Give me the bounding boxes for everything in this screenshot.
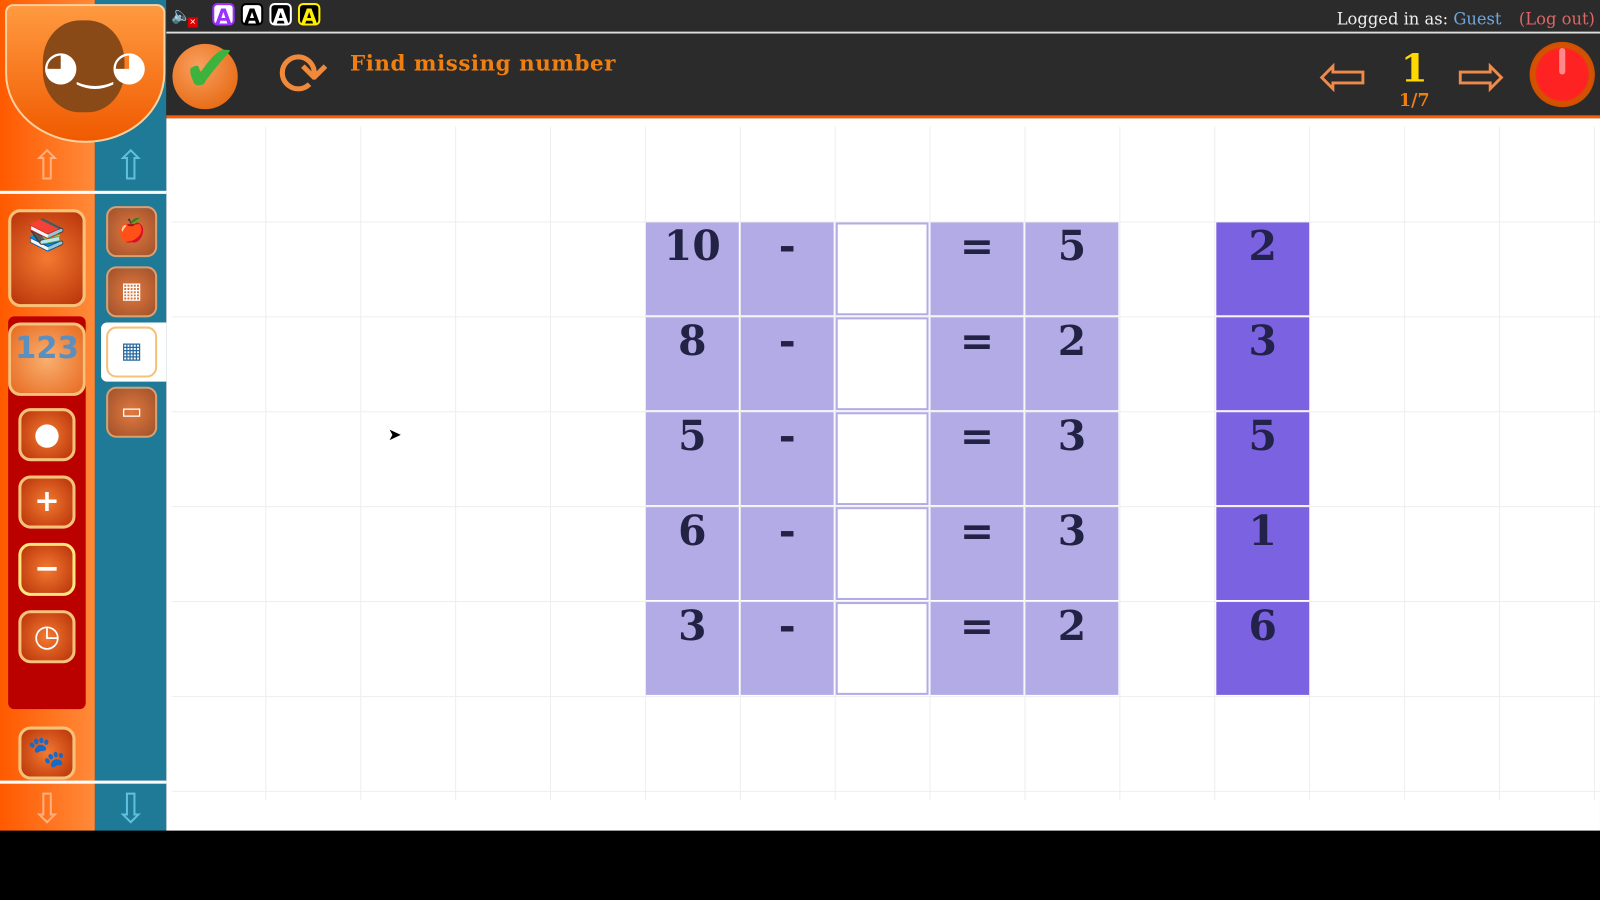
answer-drop-box[interactable] <box>835 317 929 411</box>
subcategory-subtraction-table[interactable]: ▦ <box>106 266 158 318</box>
category-addition[interactable]: + <box>18 475 76 529</box>
operator-cell: - <box>740 507 834 600</box>
checkmark-icon: ✔ <box>182 31 238 108</box>
grid-line <box>171 790 1600 792</box>
answer-drop-box[interactable] <box>835 602 929 695</box>
equals-cell: = <box>930 507 1024 600</box>
logged-in-label: Logged in as: <box>1336 9 1449 29</box>
answer-option-tile[interactable]: 3 <box>1216 317 1310 411</box>
exercise-area: 10- = 5 8- = 2 5- = 3 6- = 3 3- = 2 2 3 5 1 6 <box>166 118 1600 831</box>
font-style-button[interactable]: A <box>297 3 321 28</box>
toolbar: ✔ ⟳ Find missing number ⇦ 1 1/7 ⇨ <box>166 32 1600 119</box>
top-bar: 🔈 ✕ AAAA Logged in as: Guest (Log out) <box>166 0 1600 34</box>
minuend-cell: 8 <box>645 317 739 411</box>
equals-cell: = <box>930 602 1024 695</box>
minuend-cell: 6 <box>645 507 739 600</box>
category-subtraction[interactable]: − <box>18 542 76 596</box>
grid-line <box>1593 126 1595 800</box>
sound-muted-icon[interactable]: 🔈 ✕ <box>171 5 198 28</box>
category-counting[interactable]: ● <box>18 408 76 462</box>
operator-cell: - <box>740 222 834 316</box>
user-name[interactable]: Guest <box>1453 9 1501 28</box>
operator-cell: - <box>740 317 834 411</box>
page-fraction: 1/7 <box>1399 90 1430 112</box>
category-character[interactable]: 🐾 <box>18 726 76 780</box>
grid-line <box>455 126 457 800</box>
scroll-down-subcategories-button[interactable]: ⇩ <box>100 786 161 833</box>
answer-option-tile[interactable]: 2 <box>1216 222 1310 316</box>
grid-line <box>171 695 1600 697</box>
divider <box>0 190 167 194</box>
answer-option-tile[interactable]: 5 <box>1216 412 1310 506</box>
subcategory-missing-number[interactable]: ▦ <box>106 326 158 378</box>
subcategory-apples[interactable]: 🍎 <box>106 206 158 258</box>
divider <box>0 780 167 784</box>
equals-cell: = <box>930 412 1024 506</box>
grid-line <box>1214 126 1216 800</box>
scroll-up-subcategories-button[interactable]: ⇧ <box>100 143 161 190</box>
login-status: Logged in as: Guest (Log out) <box>1337 9 1595 28</box>
grid-line <box>265 126 267 800</box>
minuend-cell: 5 <box>645 412 739 506</box>
result-cell: 2 <box>1025 602 1119 695</box>
grid-line <box>549 126 552 800</box>
font-style-button[interactable]: A <box>240 3 264 28</box>
result-cell: 5 <box>1025 222 1119 316</box>
logout-link[interactable]: (Log out) <box>1519 9 1595 28</box>
category-clock[interactable]: ◷ <box>18 610 76 664</box>
subcategory-subtraction-boxes[interactable]: ▭ <box>106 386 158 438</box>
operator-cell: - <box>740 602 834 695</box>
category-books[interactable]: 📚 <box>8 209 86 308</box>
equals-cell: = <box>930 317 1024 411</box>
answer-option-tile[interactable]: 1 <box>1216 507 1310 600</box>
mouse-cursor-icon: ➤ <box>387 424 402 444</box>
category-numbers[interactable]: 123 <box>8 322 86 396</box>
font-style-button[interactable]: A <box>269 3 292 28</box>
dog-mascot-icon: ◕‿◕ <box>42 20 147 113</box>
equals-cell: = <box>930 222 1024 316</box>
grid-line <box>1309 126 1311 800</box>
operator-cell: - <box>740 412 834 506</box>
answer-drop-box[interactable] <box>835 507 929 600</box>
refresh-button[interactable]: ⟳ <box>270 42 335 107</box>
scroll-down-categories-button[interactable]: ⇩ <box>16 786 77 833</box>
previous-button[interactable]: ⇦ <box>1311 44 1374 107</box>
result-cell: 2 <box>1025 317 1119 411</box>
grid-line <box>360 126 362 800</box>
answer-option-tile[interactable]: 6 <box>1216 602 1310 695</box>
scroll-up-categories-button[interactable]: ⇧ <box>16 143 77 190</box>
exercise-title: Find missing number <box>349 49 616 76</box>
power-button[interactable] <box>1529 41 1595 108</box>
result-cell: 3 <box>1025 507 1119 600</box>
answer-drop-box[interactable] <box>835 222 929 316</box>
result-cell: 3 <box>1025 412 1119 506</box>
minuend-cell: 10 <box>645 222 739 316</box>
minuend-cell: 3 <box>645 602 739 695</box>
grid-line <box>1119 126 1121 800</box>
app-logo: ◕‿◕ <box>5 4 166 143</box>
page-number: 1 <box>1400 44 1428 91</box>
check-answer-button[interactable]: ✔ <box>172 32 238 110</box>
font-style-button[interactable]: A <box>212 3 235 28</box>
grid-line <box>1404 126 1406 800</box>
next-button[interactable]: ⇨ <box>1450 44 1513 107</box>
grid-line <box>1498 126 1500 800</box>
answer-drop-box[interactable] <box>835 412 929 506</box>
